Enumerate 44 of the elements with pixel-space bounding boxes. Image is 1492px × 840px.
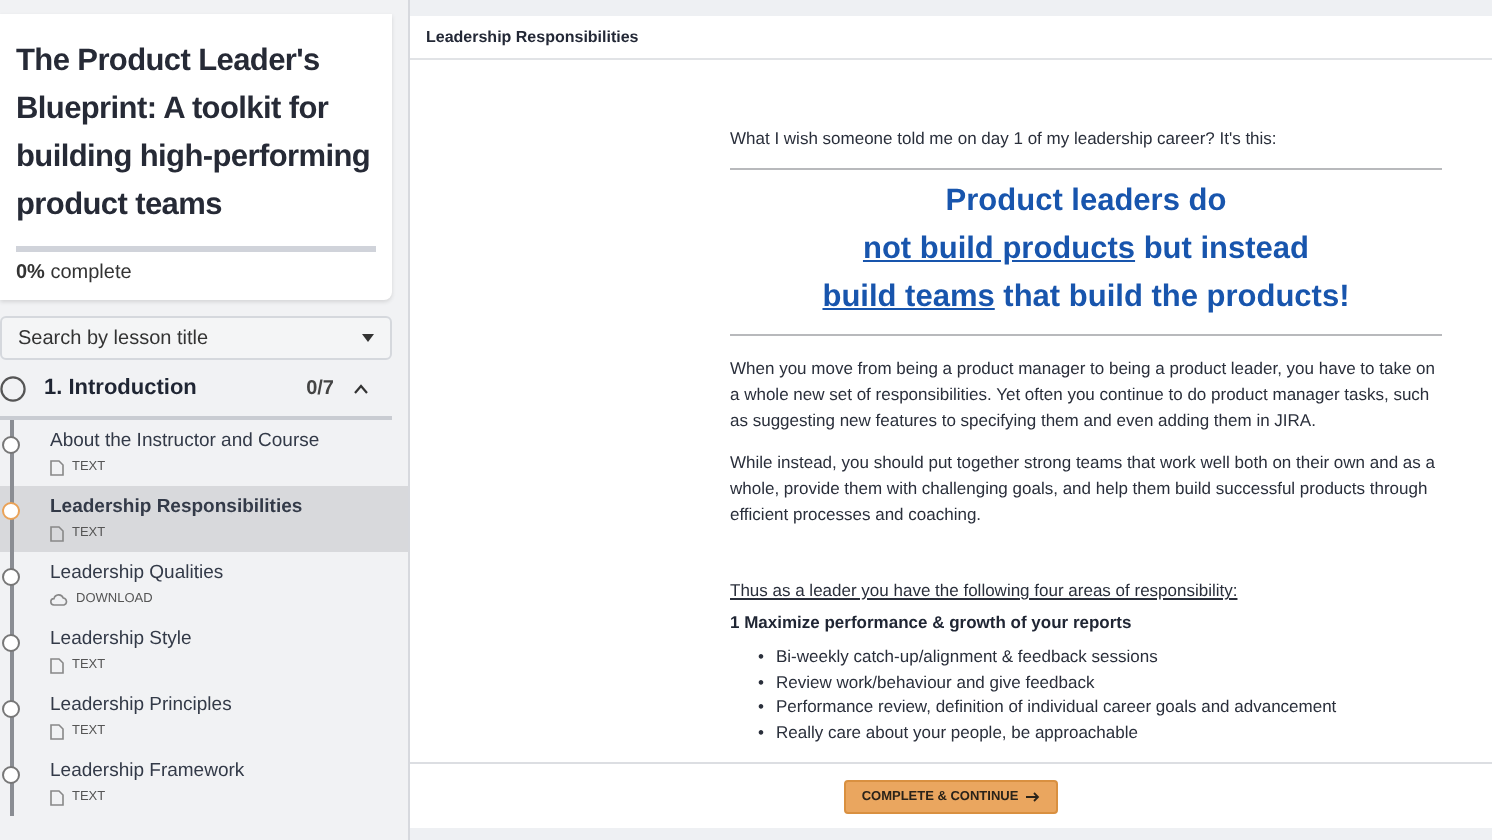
- document-icon: [50, 789, 64, 805]
- intro-text: What I wish someone told me on day 1 of my leadership career? It's this:: [730, 126, 1279, 152]
- lesson-title: Leadership Framework: [50, 760, 247, 784]
- progress-text: 0% complete: [16, 262, 134, 284]
- status-circle-icon: [2, 766, 20, 784]
- status-circle-icon: [2, 436, 20, 454]
- section-header[interactable]: 1. Introduction 0/7: [0, 360, 392, 420]
- bullet-marker: •: [758, 644, 764, 669]
- cloud-icon: [50, 593, 68, 605]
- bullet-item: Performance review, definition of individual career goals and advancement: [775, 694, 1337, 719]
- bullet-item: Really care about your people, be approachable: [775, 719, 1138, 744]
- document-icon: [50, 723, 64, 739]
- document-icon: [50, 657, 64, 673]
- bullet-marker: •: [758, 694, 764, 719]
- headline-text: but instead: [1141, 232, 1310, 266]
- course-title: The Product Leader's Blueprint: A toolkit for building high-performing product teams: [16, 42, 373, 226]
- caret-icon: [362, 334, 374, 342]
- bullet-marker: •: [758, 669, 764, 694]
- status-circle-icon: [2, 634, 20, 652]
- status-circle-icon: [2, 700, 20, 718]
- lesson-heading: Leadership Responsibilities: [426, 28, 639, 46]
- bullet-item: Review work/behaviour and give feedback: [775, 669, 1095, 694]
- lesson-count: 0/7: [306, 377, 334, 399]
- status-circle-icon: [2, 568, 20, 586]
- arrow-right-icon: [1026, 791, 1041, 801]
- lesson-title: Leadership Style: [50, 628, 194, 652]
- bullet-marker: •: [758, 719, 764, 744]
- lesson-title: About the Instructor and Course: [50, 430, 322, 454]
- headline-text: Product leaders do: [945, 184, 1227, 218]
- lesson-title: Leadership Responsibilities: [50, 496, 305, 520]
- status-circle-icon: [2, 502, 20, 520]
- headline-link[interactable]: not build products: [862, 232, 1136, 266]
- lesson-title: Leadership Principles: [50, 694, 234, 718]
- bullet-item: Bi-weekly catch-up/alignment & feedback sessions: [775, 644, 1158, 669]
- search-dropdown[interactable]: Search by lesson title: [0, 316, 392, 360]
- document-icon: [50, 525, 64, 541]
- paragraph: When you move from being a product manager to being a product leader, you have to take on a whole new set of responsibilities. Yet often you continue to do product manager tasks, such as suggesting new features to specifying them and even adding them in JIRA.: [730, 356, 1437, 434]
- document-icon: [50, 459, 64, 475]
- headline-link[interactable]: build teams: [822, 280, 995, 314]
- paragraph: While instead, you should put together strong teams that work well both on their own and as a whole, provide them with challenging goals, and help them build successful products through efficient processes and coaching.: [730, 450, 1437, 528]
- lesson-title: Leadership Qualities: [50, 562, 226, 586]
- section-heading: 1 Maximize performance & growth of your reports: [730, 612, 1134, 632]
- lead-in-text: Thus as a leader you have the following four areas of responsibility:: [730, 580, 1240, 600]
- headline-text: that build the products!: [1001, 280, 1350, 314]
